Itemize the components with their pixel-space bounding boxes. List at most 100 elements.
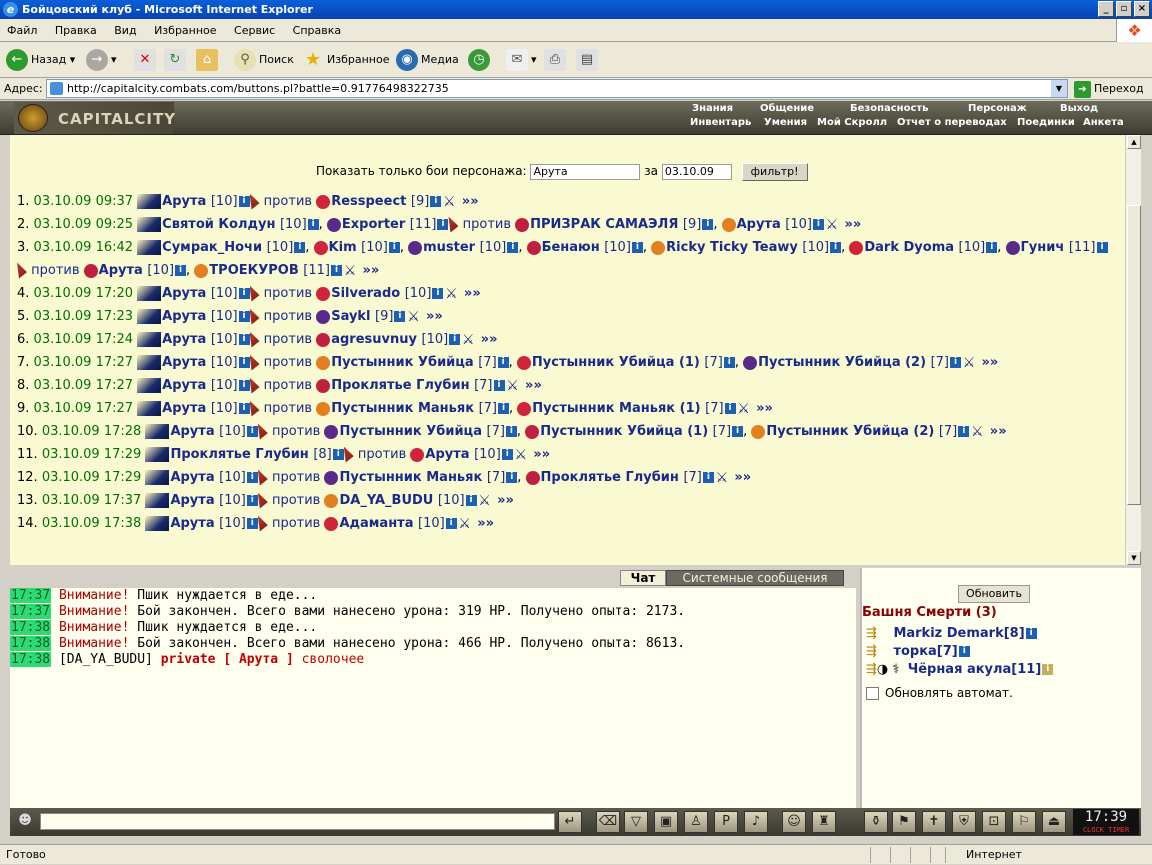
info-icon[interactable]: i: [497, 357, 509, 368]
go-button[interactable]: ➔ Переход: [1074, 80, 1144, 98]
fighter-name[interactable]: Сумрак_Ночи: [162, 240, 266, 255]
fighter-name[interactable]: Проклятье Глубин: [541, 470, 684, 485]
menu-edit[interactable]: Правка: [48, 19, 104, 42]
bag-icon[interactable]: ⚱: [864, 811, 888, 833]
fighter-name[interactable]: Пустынник Убийца (1): [532, 355, 704, 370]
fighter-name[interactable]: Пустынник Убийца (1): [540, 424, 712, 439]
nav-exit[interactable]: Выход: [1060, 103, 1098, 114]
save-icon[interactable]: ▣: [654, 811, 678, 833]
info-icon[interactable]: i: [445, 518, 457, 529]
private-icon[interactable]: ⇶: [866, 626, 877, 641]
fighter-name[interactable]: Проклятье Глубин: [170, 447, 313, 462]
crossed-swords-icon[interactable]: ⚔: [405, 309, 421, 325]
minimize-button[interactable]: _: [1098, 1, 1114, 17]
info-icon[interactable]: i: [437, 219, 449, 230]
nav-fights[interactable]: Поединки: [1017, 117, 1075, 128]
info-icon[interactable]: i: [238, 311, 250, 322]
player-name[interactable]: Markiz Demark[8]: [893, 626, 1024, 641]
info-icon[interactable]: i: [307, 219, 319, 230]
vertical-scrollbar[interactable]: ▲ ▼: [1125, 135, 1141, 565]
info-icon[interactable]: i: [507, 242, 519, 253]
battle-log-link[interactable]: »»: [493, 493, 514, 508]
maximize-button[interactable]: ▫: [1116, 1, 1132, 17]
nav-character[interactable]: Персонаж: [968, 103, 1027, 114]
fighter-name[interactable]: Пустынник Убийца (2): [758, 355, 930, 370]
info-icon[interactable]: i: [238, 380, 250, 391]
fighter-name[interactable]: Арута: [170, 493, 219, 508]
crossed-swords-icon[interactable]: ⚔: [961, 355, 977, 371]
fighter-name[interactable]: Арута: [170, 516, 219, 531]
info-icon[interactable]: i: [986, 242, 998, 253]
battle-log-link[interactable]: »»: [752, 401, 773, 416]
cross-icon[interactable]: ✝: [922, 811, 946, 833]
clock-timer-label[interactable]: CLOCK TIMER: [1073, 826, 1139, 835]
eraser-icon[interactable]: ⌫: [596, 811, 620, 833]
scroll-down-icon[interactable]: ▼: [1127, 551, 1141, 565]
character-icon[interactable]: ♙: [684, 811, 708, 833]
speak-icon[interactable]: ☻: [13, 811, 37, 833]
fighter-name[interactable]: ПРИЗРАК САМАЭЛЯ: [530, 217, 683, 232]
history-button[interactable]: ◷: [468, 48, 493, 72]
chat-private-to[interactable]: private [ Арута ]: [161, 652, 294, 667]
lock-icon[interactable]: ⊡: [982, 811, 1006, 833]
fighter-name[interactable]: Пустынник Маньяк: [331, 401, 478, 416]
nav-transfer-report[interactable]: Отчет о переводах: [897, 117, 1007, 128]
info-icon[interactable]: i: [246, 426, 258, 437]
nav-security[interactable]: Безопасность: [850, 103, 929, 114]
info-icon[interactable]: i: [432, 288, 444, 299]
private-icon[interactable]: ⇶: [866, 662, 877, 677]
fighter-name[interactable]: Silverado: [331, 286, 405, 301]
fighter-name[interactable]: Dark Dyoma: [864, 240, 958, 255]
battle-log-link[interactable]: »»: [840, 217, 861, 232]
fighter-name[interactable]: Пустынник Маньяк: [339, 470, 486, 485]
info-icon[interactable]: i: [430, 196, 442, 207]
site-logo[interactable]: CAPITALCITY: [14, 102, 175, 134]
info-icon[interactable]: i: [631, 242, 643, 253]
scroll-up-icon[interactable]: ▲: [1127, 135, 1141, 149]
menu-help[interactable]: Справка: [286, 19, 348, 42]
info-icon[interactable]: i: [449, 334, 461, 345]
crossed-swords-icon[interactable]: ⚔: [460, 332, 476, 348]
edit-button[interactable]: ▤: [576, 48, 601, 72]
info-icon[interactable]: i: [332, 449, 344, 460]
fighter-name[interactable]: Арута: [162, 378, 211, 393]
crossed-swords-icon[interactable]: ⚔: [441, 194, 457, 210]
chat-sender[interactable]: [DA_YA_BUDU]: [59, 652, 153, 667]
crossed-swords-icon[interactable]: ⚔: [714, 470, 730, 486]
info-icon[interactable]: i: [330, 265, 342, 276]
fighter-name[interactable]: Resspeect: [331, 194, 411, 209]
crossed-swords-icon[interactable]: ⚔: [505, 378, 521, 394]
tab-system-messages[interactable]: Системные сообщения: [666, 570, 844, 586]
info-icon[interactable]: i: [724, 403, 736, 414]
menu-tools[interactable]: Сервис: [227, 19, 282, 42]
exit-icon[interactable]: ⏏: [1042, 811, 1066, 833]
flag-icon[interactable]: ⚐: [1012, 811, 1036, 833]
fighter-name[interactable]: Бенаюн: [542, 240, 605, 255]
crossed-swords-icon[interactable]: ⚔: [824, 217, 840, 233]
info-icon[interactable]: i: [238, 288, 250, 299]
fighter-name[interactable]: Арута: [170, 424, 219, 439]
tab-chat[interactable]: Чат: [620, 570, 666, 586]
smile-icon[interactable]: ☺: [782, 811, 806, 833]
fighter-name[interactable]: Арута: [162, 355, 211, 370]
fighter-name[interactable]: Пустынник Убийца (2): [766, 424, 938, 439]
chat-time[interactable]: 17:38: [10, 652, 52, 667]
chat-time[interactable]: 17:38: [10, 636, 52, 651]
nav-skills[interactable]: Умения: [764, 117, 807, 128]
info-icon[interactable]: i: [812, 219, 824, 230]
fighter-name[interactable]: ТРОЕКУРОВ: [209, 263, 303, 278]
fighter-name[interactable]: Kim: [329, 240, 362, 255]
fighter-name[interactable]: Адаманта: [339, 516, 418, 531]
date-input[interactable]: 03.10.09: [661, 163, 732, 180]
crossed-swords-icon[interactable]: ⚔: [477, 493, 493, 509]
fighter-name[interactable]: agresuvnuy: [331, 332, 421, 347]
info-icon[interactable]: i: [498, 403, 510, 414]
close-button[interactable]: ×: [1134, 1, 1150, 17]
shield-icon[interactable]: ⛨: [952, 811, 976, 833]
fighter-name[interactable]: Exporter: [342, 217, 410, 232]
sound-icon[interactable]: ♪: [744, 811, 768, 833]
info-icon[interactable]: i: [958, 426, 970, 437]
chat-input[interactable]: [40, 813, 555, 830]
info-icon[interactable]: i: [505, 426, 517, 437]
crossed-swords-icon[interactable]: ⚔: [443, 286, 459, 302]
